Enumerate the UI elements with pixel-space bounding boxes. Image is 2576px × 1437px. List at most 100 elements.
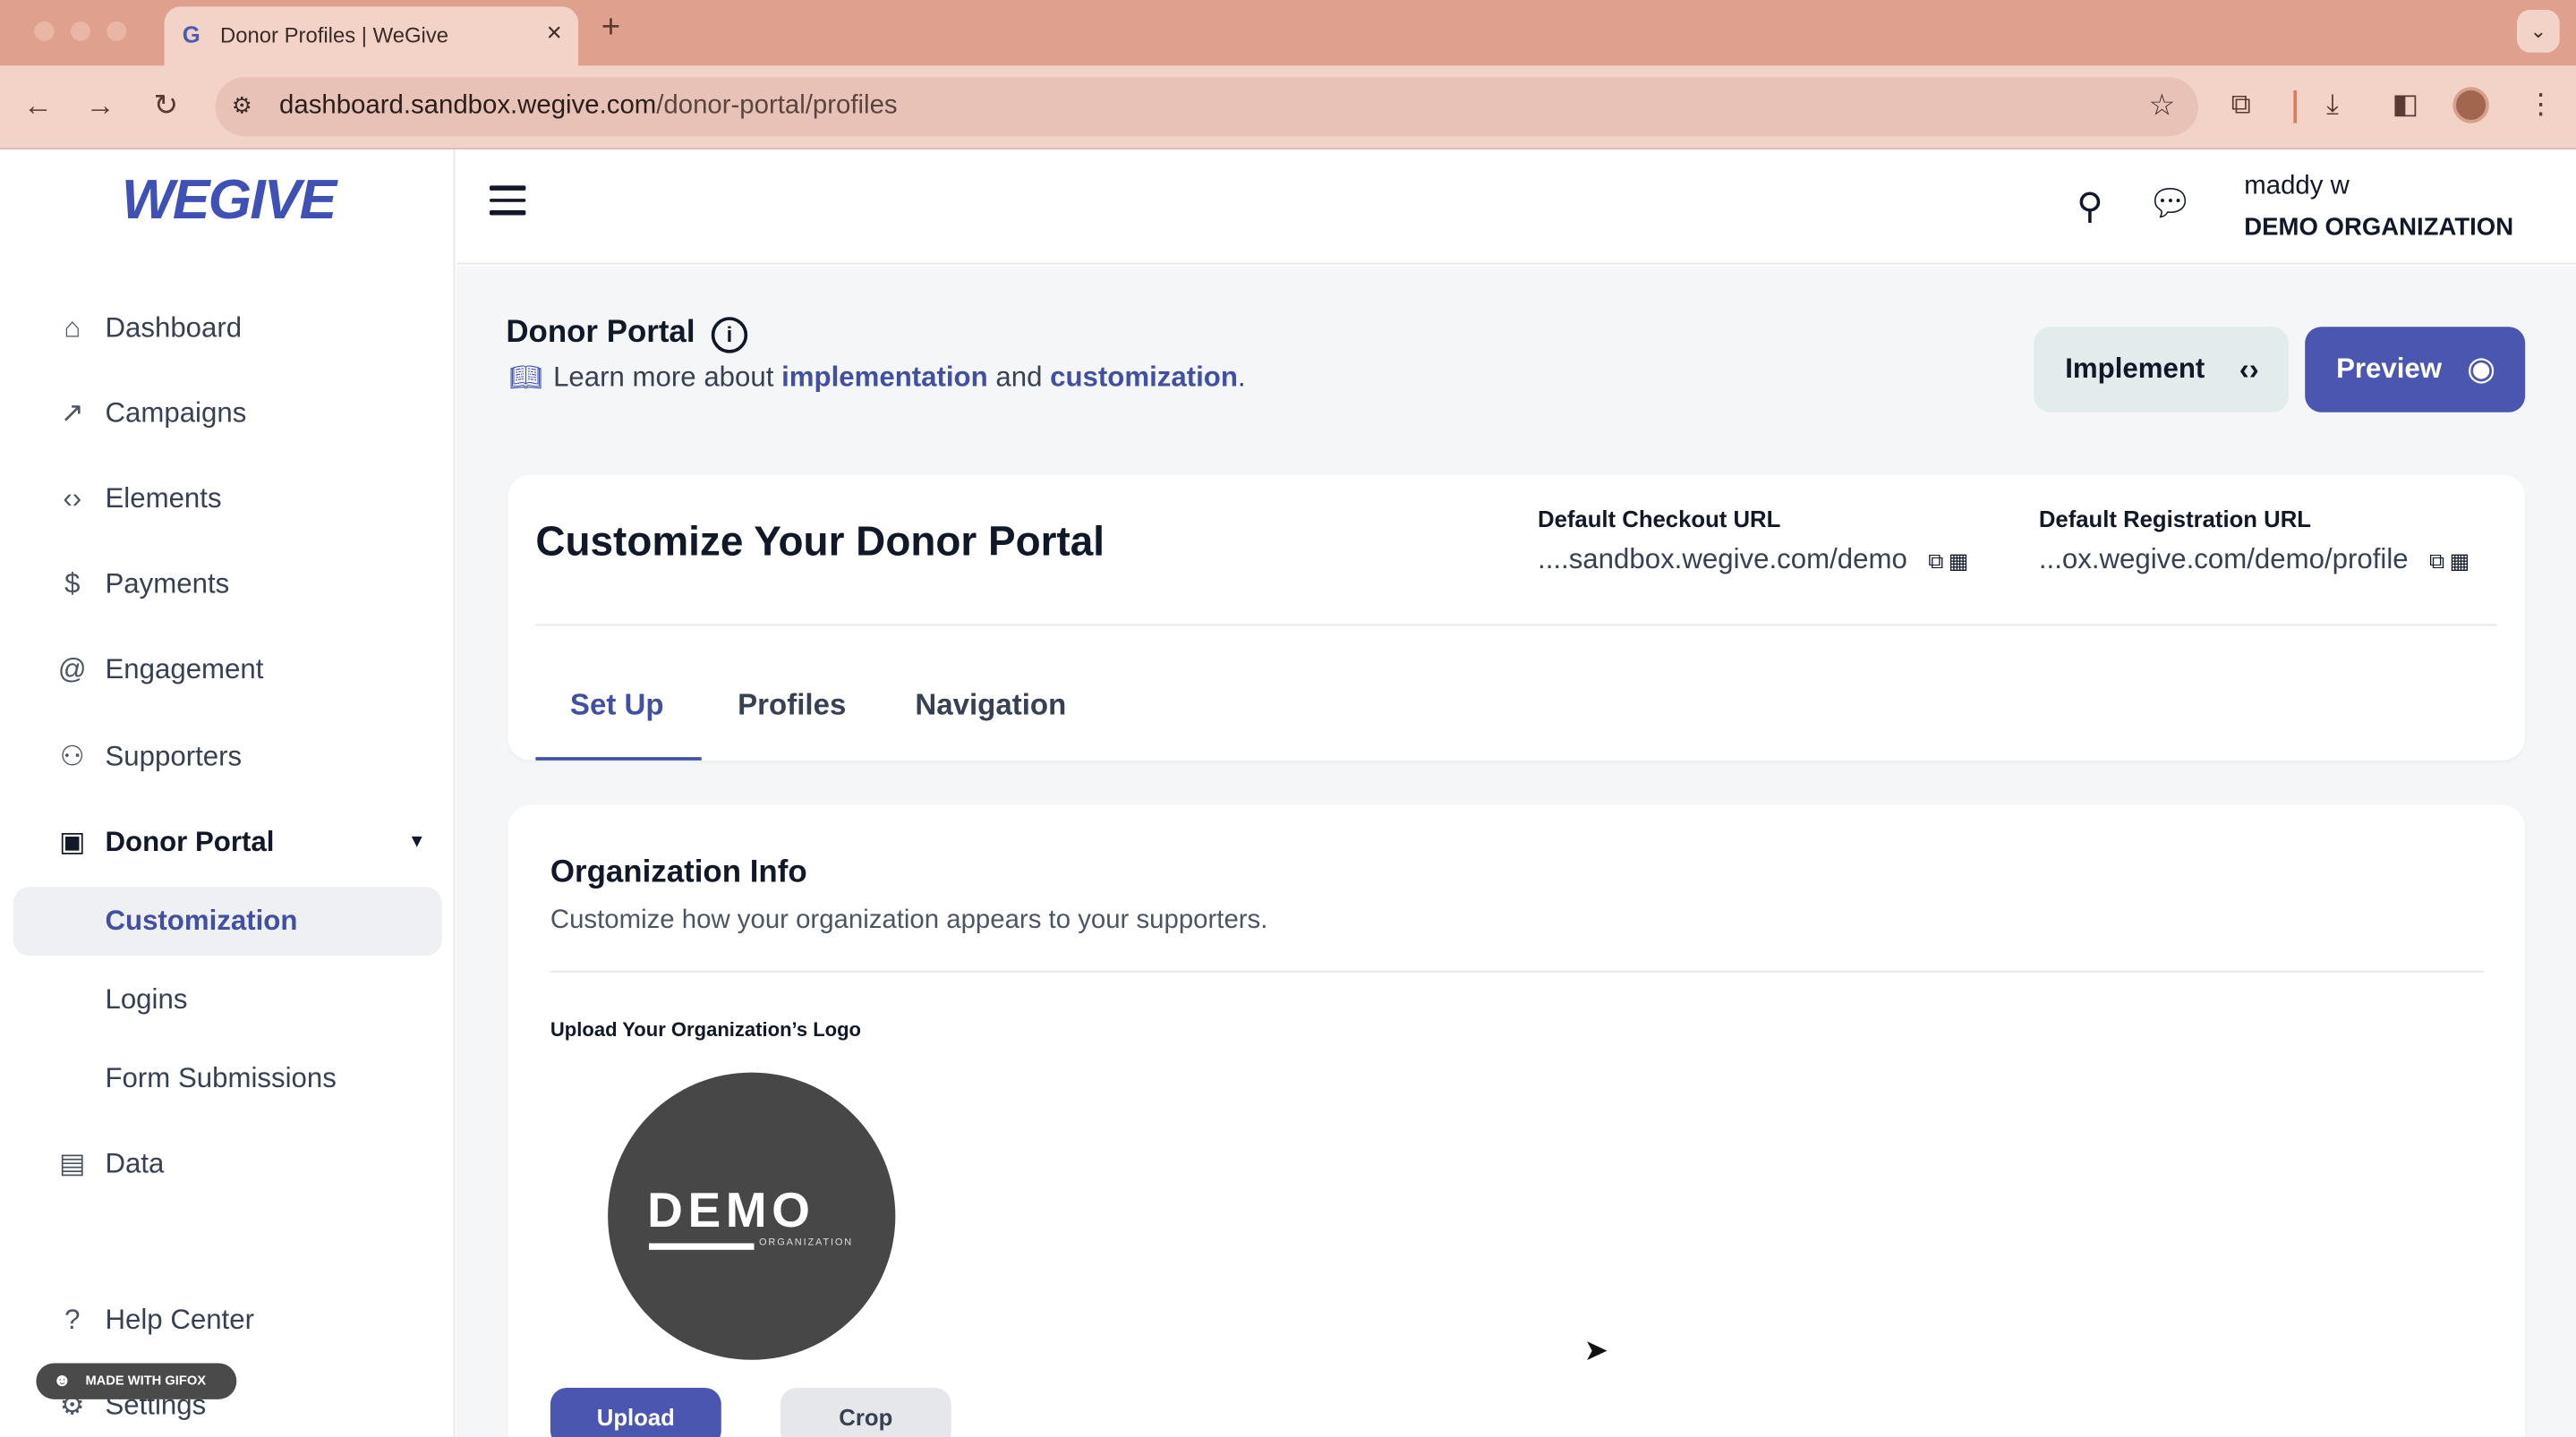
url-text: dashboard.sandbox.wegive.com/donor-porta… bbox=[279, 92, 898, 122]
chat-icon[interactable]: 💬︎ bbox=[2147, 183, 2193, 225]
hamburger-menu-icon[interactable] bbox=[489, 185, 526, 218]
copy-icon[interactable]: ⧉ bbox=[1928, 548, 1943, 574]
user-name[interactable]: maddy w bbox=[2244, 173, 2350, 202]
sidebar-item-label: Data bbox=[105, 1148, 165, 1179]
tab-search-chevron-icon[interactable]: ⌄ bbox=[2516, 10, 2560, 53]
sidebar-item-label: Help Center bbox=[105, 1304, 254, 1336]
organization-logo-image: DEMO ORGANIZATION bbox=[608, 1072, 896, 1360]
at-icon: @ bbox=[57, 653, 87, 685]
site-settings-icon[interactable]: ⚙ bbox=[232, 92, 261, 122]
sidebar-item-elements[interactable]: ‹› Elements bbox=[13, 464, 442, 533]
sidebar-item-supporters[interactable]: ⚇ Supporters bbox=[13, 723, 442, 792]
active-tab-indicator bbox=[535, 757, 702, 761]
help-icon: ? bbox=[64, 1304, 81, 1336]
preview-label: Preview bbox=[2336, 353, 2443, 385]
tab-navigation[interactable]: Navigation bbox=[915, 688, 1066, 723]
sidebar-item-logins[interactable]: Logins bbox=[13, 965, 442, 1034]
logo-underline bbox=[649, 1243, 755, 1250]
sidebar-item-customization[interactable]: Customization bbox=[13, 887, 442, 957]
crop-button[interactable]: Crop bbox=[780, 1387, 951, 1437]
trending-icon: ↗ bbox=[60, 397, 84, 429]
forward-arrow-icon[interactable]: → bbox=[82, 89, 118, 123]
back-arrow-icon[interactable]: ← bbox=[20, 89, 55, 123]
search-icon[interactable]: ⚲ bbox=[2077, 185, 2103, 228]
data-icon: ▤ bbox=[59, 1148, 86, 1179]
info-icon[interactable]: i bbox=[711, 317, 748, 353]
copy-icon[interactable]: ⧉ bbox=[2429, 548, 2444, 574]
sidebar-item-label: Logins bbox=[105, 983, 188, 1016]
address-bar[interactable]: ⚙ dashboard.sandbox.wegive.com/donor-por… bbox=[215, 77, 2198, 137]
bookmark-star-icon[interactable]: ☆ bbox=[2149, 89, 2176, 123]
learn-more-text: 📖︎ Learn more about implementation and c… bbox=[509, 361, 1246, 395]
sidebar-item-label: Dashboard bbox=[105, 311, 243, 344]
code-icon: ‹› bbox=[2239, 353, 2259, 387]
profile-avatar[interactable] bbox=[2452, 87, 2489, 123]
registration-url-text[interactable]: ...ox.wegive.com/demo/profile bbox=[2039, 544, 2409, 575]
logo-small-text: ORGANIZATION bbox=[759, 1237, 854, 1248]
sidebar: WEGIVE ⌂ Dashboard ↗ Campaigns ‹› Elemen… bbox=[0, 149, 456, 1437]
dollar-icon: $ bbox=[64, 568, 81, 599]
extensions-icon[interactable]: ⧉ bbox=[2231, 89, 2251, 122]
more-menu-icon[interactable]: ⋮ bbox=[2527, 89, 2555, 122]
browser-tab-strip: G Donor Profiles | WeGive × + ⌄ bbox=[0, 0, 2576, 66]
download-icon[interactable]: ⤓ bbox=[2326, 89, 2339, 122]
registration-url-value: ...ox.wegive.com/demo/profile ⧉ ▦ bbox=[2039, 544, 2469, 577]
sidebar-item-label: Customization bbox=[105, 905, 298, 937]
wegive-logo[interactable]: WEGIVE bbox=[122, 169, 337, 234]
divider bbox=[535, 624, 2497, 626]
url-path: /donor-portal/profiles bbox=[656, 91, 898, 120]
registration-url-block: Default Registration URL ...ox.wegive.co… bbox=[2039, 506, 2469, 576]
sidebar-item-label: Engagement bbox=[105, 653, 264, 685]
learn-prefix: Learn more about bbox=[553, 361, 774, 393]
app-header: ⚲ 💬︎ maddy w DEMO ORGANIZATION bbox=[456, 149, 2576, 265]
eye-icon: ◉ bbox=[2467, 351, 2496, 388]
tab-title: Donor Profiles | WeGive bbox=[219, 22, 449, 48]
implement-label: Implement bbox=[2065, 353, 2205, 385]
customization-link[interactable]: customization bbox=[1050, 361, 1238, 393]
home-icon: ⌂ bbox=[64, 311, 81, 344]
browser-toolbar: ← → ↻ ⚙ dashboard.sandbox.wegive.com/don… bbox=[0, 65, 2576, 150]
learn-suffix: . bbox=[1237, 361, 1246, 393]
new-tab-icon[interactable]: + bbox=[601, 10, 620, 47]
checkout-url-text[interactable]: ....sandbox.wegive.com/demo bbox=[1538, 544, 1907, 575]
implementation-link[interactable]: implementation bbox=[781, 361, 988, 393]
reload-icon[interactable]: ↻ bbox=[148, 89, 183, 123]
users-icon: ⚇ bbox=[59, 740, 85, 772]
learn-and: and bbox=[995, 361, 1043, 393]
tab-profiles[interactable]: Profiles bbox=[738, 688, 846, 723]
logo-word: DEMO bbox=[647, 1184, 815, 1238]
sidebar-item-donor-portal[interactable]: ▣ Donor Portal ▾ bbox=[13, 808, 442, 877]
code-icon: ‹› bbox=[63, 482, 82, 514]
gifox-watermark-badge: ☻ MADE WITH GIFOX bbox=[36, 1363, 237, 1399]
qr-code-icon[interactable]: ▦ bbox=[1949, 548, 1969, 574]
sidebar-item-data[interactable]: ▤ Data bbox=[13, 1130, 442, 1199]
sidebar-item-help-center[interactable]: ? Help Center bbox=[13, 1286, 442, 1355]
toolbar-separator bbox=[2293, 89, 2298, 123]
organization-info-card: Organization Info Customize how your org… bbox=[508, 804, 2526, 1437]
close-icon[interactable]: × bbox=[547, 20, 562, 49]
window-zoom-dot[interactable] bbox=[107, 21, 127, 41]
mouse-cursor-icon: ➤ bbox=[1583, 1333, 1609, 1367]
sidebar-item-campaigns[interactable]: ↗ Campaigns bbox=[13, 379, 442, 448]
gifox-badge-label: MADE WITH GIFOX bbox=[85, 1373, 207, 1388]
divider bbox=[550, 970, 2485, 973]
side-panel-icon[interactable]: ◧ bbox=[2392, 89, 2418, 122]
section-subtitle: Customize how your organization appears … bbox=[550, 906, 1268, 935]
sidebar-item-payments[interactable]: $ Payments bbox=[13, 550, 442, 619]
implement-button[interactable]: Implement ‹› bbox=[2034, 327, 2289, 412]
logo-upload-label: Upload Your Organization’s Logo bbox=[550, 1018, 862, 1042]
window-close-dot[interactable] bbox=[34, 21, 55, 41]
book-icon: 📖︎ bbox=[509, 364, 543, 393]
sidebar-item-form-submissions[interactable]: Form Submissions bbox=[13, 1044, 442, 1113]
main-content: Donor Portal i 📖︎ Learn more about imple… bbox=[456, 266, 2576, 1437]
window-minimize-dot[interactable] bbox=[70, 21, 90, 41]
preview-button[interactable]: Preview ◉ bbox=[2305, 327, 2526, 412]
organization-name[interactable]: DEMO ORGANIZATION bbox=[2244, 214, 2513, 242]
upload-button[interactable]: Upload bbox=[550, 1387, 721, 1437]
tab-set-up[interactable]: Set Up bbox=[570, 688, 664, 723]
sidebar-item-dashboard[interactable]: ⌂ Dashboard bbox=[13, 294, 442, 363]
qr-code-icon[interactable]: ▦ bbox=[2450, 548, 2470, 574]
sidebar-item-engagement[interactable]: @ Engagement bbox=[13, 635, 442, 704]
page-title: Donor Portal bbox=[506, 315, 695, 350]
browser-tab[interactable]: G Donor Profiles | WeGive × bbox=[164, 6, 579, 66]
